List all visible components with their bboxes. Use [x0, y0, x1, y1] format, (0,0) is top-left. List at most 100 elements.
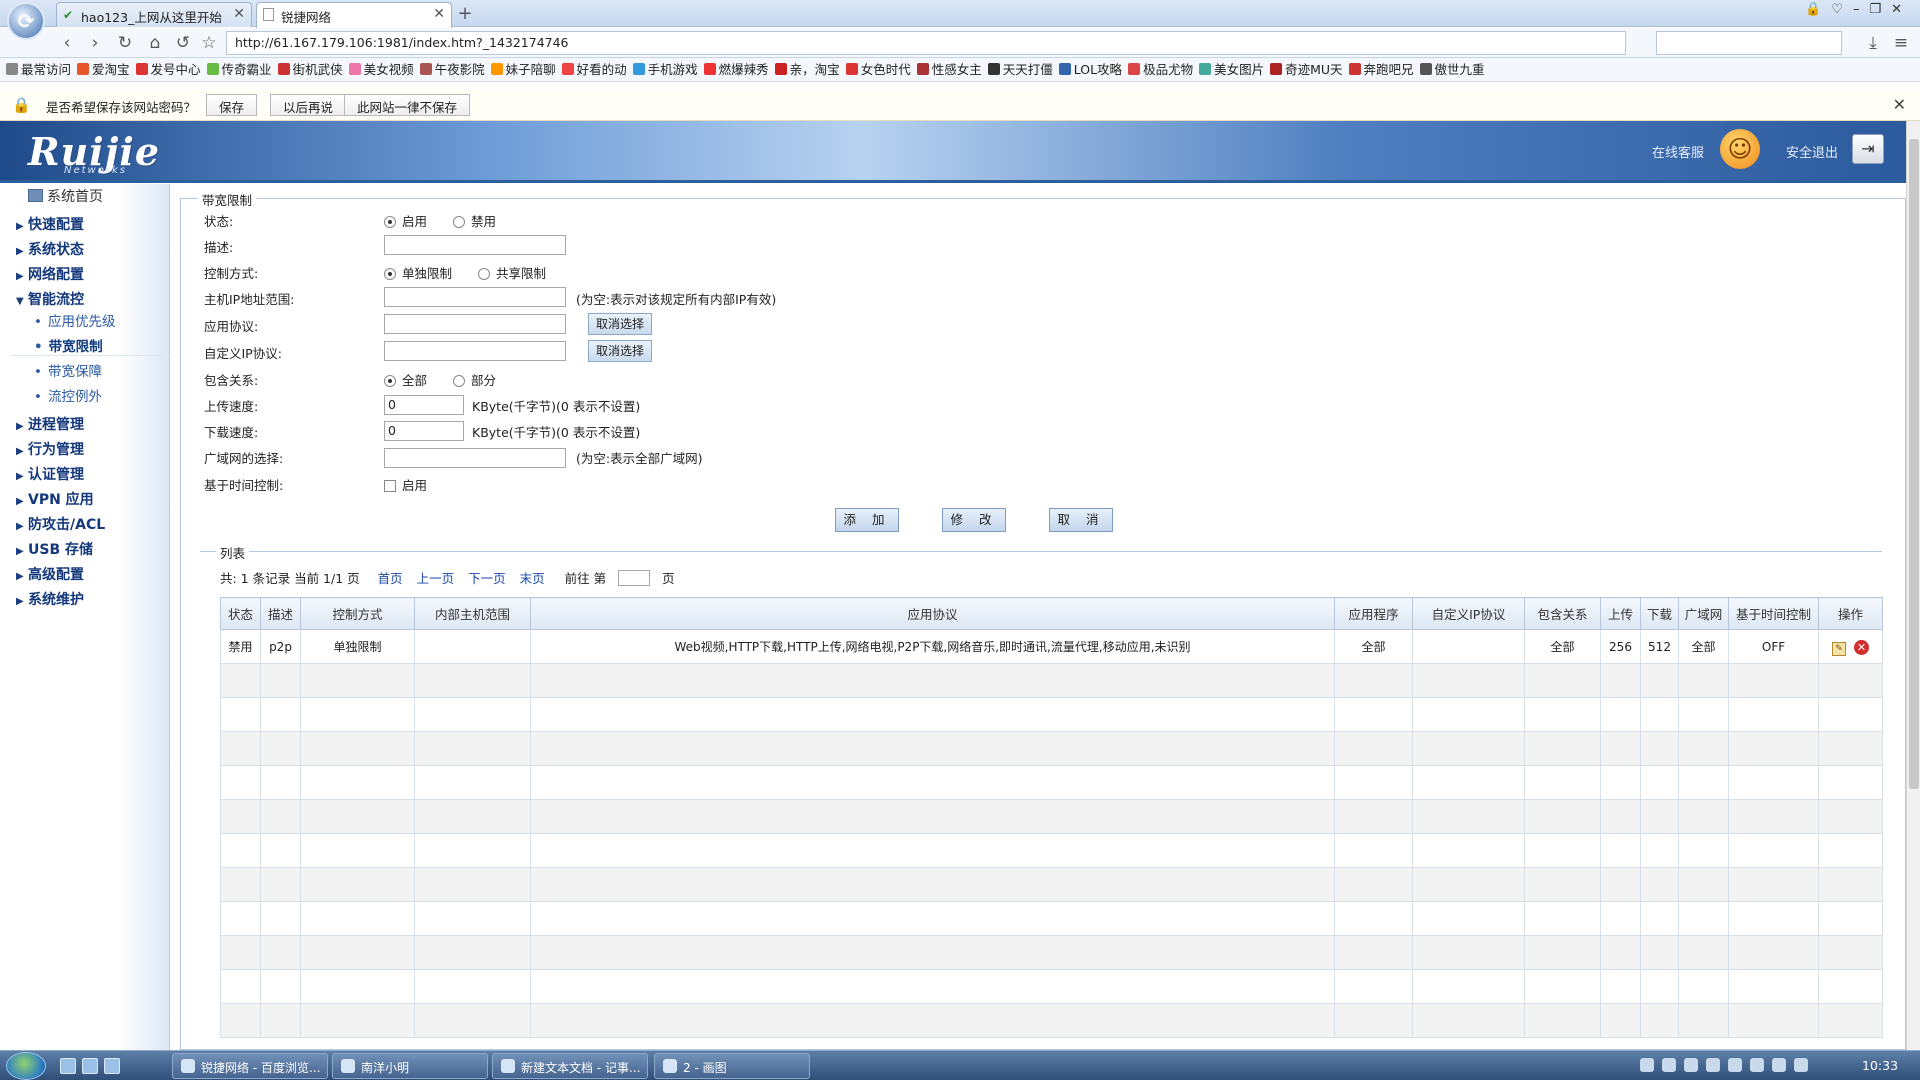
radio-icon[interactable] — [384, 268, 396, 280]
bookmark-item[interactable]: 燃爆辣秀 — [703, 58, 769, 81]
sidebar-item-quick-config[interactable]: ▶ 快速配置 — [16, 214, 84, 234]
close-icon[interactable]: ✕ — [1891, 2, 1912, 17]
download-speed-input[interactable]: 0 — [384, 421, 464, 441]
download-icon[interactable]: ⤓ — [1862, 32, 1884, 54]
radio-icon[interactable] — [384, 375, 396, 387]
sidebar-home[interactable]: 系统首页 — [28, 186, 103, 206]
ie-icon[interactable] — [104, 1058, 120, 1074]
exit-icon[interactable]: ⇥ — [1852, 134, 1884, 164]
task-browser[interactable]: 锐捷网络 - 百度浏览... — [172, 1053, 328, 1079]
bookmark-item[interactable]: 傲世九重 — [1419, 58, 1485, 81]
window-controls[interactable]: 🔒♡–❐✕ — [1805, 2, 1912, 17]
contain-part-option[interactable]: 部分 — [453, 373, 496, 388]
never-save-button[interactable]: 此网站一律不保存 — [344, 94, 471, 116]
home-icon[interactable]: ⌂ — [144, 32, 166, 54]
delete-icon[interactable]: ✕ — [1854, 639, 1869, 655]
minimize-icon[interactable]: – — [1853, 2, 1870, 17]
cancel-button[interactable]: 取 消 — [1049, 508, 1113, 532]
explorer-icon[interactable] — [82, 1058, 98, 1074]
control-single-option[interactable]: 单独限制 — [384, 266, 452, 281]
network-icon[interactable] — [1706, 1058, 1720, 1072]
back-icon[interactable]: ‹ — [56, 32, 78, 54]
bookmark-item[interactable]: 天天打僵 — [987, 58, 1053, 81]
new-tab-plus-icon[interactable]: + — [452, 4, 478, 25]
bookmark-item[interactable]: LOL攻略 — [1058, 58, 1122, 81]
show-desktop-icon[interactable] — [60, 1058, 76, 1074]
sidebar-sub-bandwidth-limit[interactable]: • 带宽限制 — [34, 335, 103, 355]
add-button[interactable]: 添 加 — [835, 508, 899, 532]
bookmark-item[interactable]: 传奇霸业 — [206, 58, 272, 81]
star-icon[interactable]: ☆ — [198, 32, 220, 54]
radio-icon[interactable] — [453, 375, 465, 387]
bookmark-item[interactable]: 美女视频 — [348, 58, 414, 81]
display-icon[interactable] — [1794, 1058, 1808, 1072]
sidebar-item-maintenance[interactable]: ▶ 系统维护 — [16, 589, 84, 609]
prev-page-link[interactable]: 上一页 — [417, 571, 455, 586]
time-control-option[interactable]: 启用 — [384, 475, 427, 494]
sidebar-item-network-config[interactable]: ▶ 网络配置 — [16, 264, 84, 284]
scrollbar-thumb[interactable] — [1909, 139, 1919, 789]
bookmark-item[interactable]: 极品尤物 — [1128, 58, 1193, 81]
menu-icon[interactable]: ≡ — [1890, 32, 1912, 54]
bookmark-item[interactable]: 女色时代 — [845, 58, 911, 81]
sidebar-sub-app-priority[interactable]: • 应用优先级 — [34, 310, 115, 330]
sidebar-item-auth[interactable]: ▶ 认证管理 — [16, 464, 84, 484]
bookmark-item[interactable]: 街机武侠 — [277, 58, 343, 81]
goto-page-input[interactable] — [618, 570, 651, 586]
radio-icon[interactable] — [453, 216, 465, 228]
undo-icon[interactable]: ↺ — [172, 32, 194, 54]
ip-range-input[interactable] — [384, 287, 566, 307]
sidebar-sub-flow-exception[interactable]: • 流控例外 — [34, 385, 102, 405]
control-shared-option[interactable]: 共享限制 — [478, 266, 546, 281]
time-control-checkbox[interactable] — [384, 480, 396, 492]
app-protocol-cancel-select-button[interactable]: 取消选择 — [588, 313, 652, 335]
last-page-link[interactable]: 末页 — [520, 571, 545, 586]
tab-close-icon[interactable]: ✕ — [233, 6, 245, 22]
custom-ip-protocol-input[interactable] — [384, 341, 566, 361]
page-scrollbar[interactable] — [1906, 121, 1920, 1050]
bookmark-item[interactable]: 性感女主 — [916, 58, 982, 81]
radio-icon[interactable] — [478, 268, 490, 280]
refresh-icon[interactable]: ↻ — [114, 32, 136, 54]
first-page-link[interactable]: 首页 — [378, 571, 403, 586]
bookmark-item[interactable]: 奇迹MU天 — [1270, 58, 1343, 81]
security-icon[interactable] — [1728, 1058, 1742, 1072]
modify-button[interactable]: 修 改 — [942, 508, 1006, 532]
radio-icon[interactable] — [384, 216, 396, 228]
help-icon[interactable] — [1662, 1058, 1676, 1072]
save-password-button[interactable]: 保存 — [206, 94, 258, 116]
safe-exit-link[interactable]: 安全退出 — [1786, 142, 1838, 161]
bookmark-item[interactable]: 美女图片 — [1199, 58, 1264, 81]
sidebar-sub-bandwidth-guarantee[interactable]: • 带宽保障 — [34, 360, 102, 380]
tab-hao123[interactable]: ✔ hao123_上网从这里开始 ✕ — [56, 2, 252, 27]
bookmark-item[interactable]: 奔跑吧兄 — [1348, 58, 1414, 81]
keyboard-icon[interactable] — [1640, 1058, 1654, 1072]
speaker-icon[interactable] — [1772, 1058, 1786, 1072]
bookmark-item[interactable]: 手机游戏 — [632, 58, 698, 81]
next-page-link[interactable]: 下一页 — [468, 571, 506, 586]
custom-ip-cancel-select-button[interactable]: 取消选择 — [588, 340, 652, 362]
bookmark-item[interactable]: 最常访问 — [6, 58, 71, 81]
sidebar-item-vpn[interactable]: ▶ VPN 应用 — [16, 489, 94, 509]
sidebar-item-behavior[interactable]: ▶ 行为管理 — [16, 439, 84, 459]
bookmark-item[interactable]: 爱淘宝 — [77, 58, 130, 81]
tab-close-icon[interactable]: ✕ — [433, 6, 445, 22]
bookmark-item[interactable]: 午夜影院 — [419, 58, 485, 81]
forward-icon[interactable]: › — [84, 32, 106, 54]
app-protocol-input[interactable] — [384, 314, 566, 334]
lock-icon[interactable]: 🔒 — [1805, 2, 1831, 17]
search-box[interactable] — [1656, 31, 1842, 55]
shirt-icon[interactable]: ♡ — [1831, 2, 1853, 17]
tab-ruijie[interactable]: 锐捷网络 ✕ — [256, 2, 452, 28]
sidebar-item-acl[interactable]: ▶ 防攻击/ACL — [16, 514, 105, 534]
contain-all-option[interactable]: 全部 — [384, 373, 427, 388]
task-paint[interactable]: 2 - 画图 — [654, 1053, 810, 1079]
sidebar-item-process[interactable]: ▶ 进程管理 — [16, 414, 84, 434]
bookmark-item[interactable]: 发号中心 — [135, 58, 201, 81]
antivirus-icon[interactable] — [1684, 1058, 1698, 1072]
task-notepad[interactable]: 新建文本文档 - 记事... — [492, 1053, 648, 1079]
maximize-icon[interactable]: ❐ — [1869, 2, 1891, 17]
description-input[interactable] — [384, 235, 566, 255]
sidebar-item-usb[interactable]: ▶ USB 存储 — [16, 539, 93, 559]
later-button[interactable]: 以后再说 — [270, 94, 347, 116]
